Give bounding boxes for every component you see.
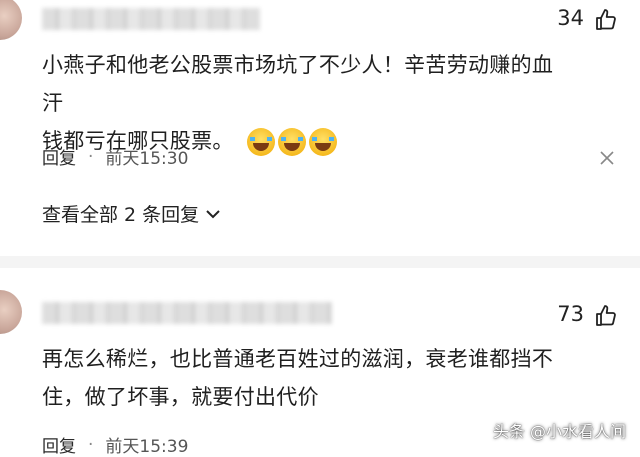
username-blurred[interactable] <box>42 302 332 324</box>
view-all-replies-label: 查看全部 2 条回复 <box>42 204 200 226</box>
thumbs-up-icon[interactable] <box>594 8 618 32</box>
comment-divider <box>0 256 640 268</box>
comment-line: 再怎么稀烂，也比普通老百姓过的滋润，衰老谁都挡不 <box>42 347 554 371</box>
reply-button[interactable]: 回复 <box>42 432 76 457</box>
view-all-replies-button[interactable]: 查看全部 2 条回复 <box>42 200 221 227</box>
comment-text: 再怎么稀烂，也比普通老百姓过的滋润，衰老谁都挡不 住，做了坏事，就要付出代价 <box>42 340 562 416</box>
username-blurred[interactable] <box>42 8 260 30</box>
comment-text: 小燕子和他老公股票市场坑了不少人！辛苦劳动赚的血汗 钱都亏在哪只股票。 <box>42 46 562 160</box>
comment-line: 小燕子和他老公股票市场坑了不少人！辛苦劳动赚的血汗 <box>42 53 554 115</box>
emoji-row <box>246 128 337 156</box>
avatar[interactable] <box>0 0 22 40</box>
timestamp: 前天15:39 <box>105 437 189 457</box>
comment-line: 住，做了坏事，就要付出代价 <box>42 385 319 409</box>
chevron-down-icon <box>206 209 220 218</box>
thumbs-up-icon[interactable] <box>594 304 618 328</box>
like-count: 73 <box>557 302 584 326</box>
laughing-crying-emoji-icon <box>246 128 275 156</box>
watermark: 头条 @小水看人间 <box>492 422 626 441</box>
comment-meta: 回复 · 前天15:39 <box>42 432 188 457</box>
like-count: 34 <box>557 6 584 30</box>
timestamp: 前天15:30 <box>105 149 189 169</box>
reply-button[interactable]: 回复 <box>42 144 76 169</box>
separator: · <box>88 146 94 167</box>
laughing-crying-emoji-icon <box>277 128 306 156</box>
laughing-crying-emoji-icon <box>308 128 337 156</box>
comment-meta: 回复 · 前天15:30 <box>42 144 189 170</box>
avatar[interactable] <box>0 290 22 334</box>
close-icon[interactable] <box>600 151 614 165</box>
separator: · <box>88 434 94 455</box>
